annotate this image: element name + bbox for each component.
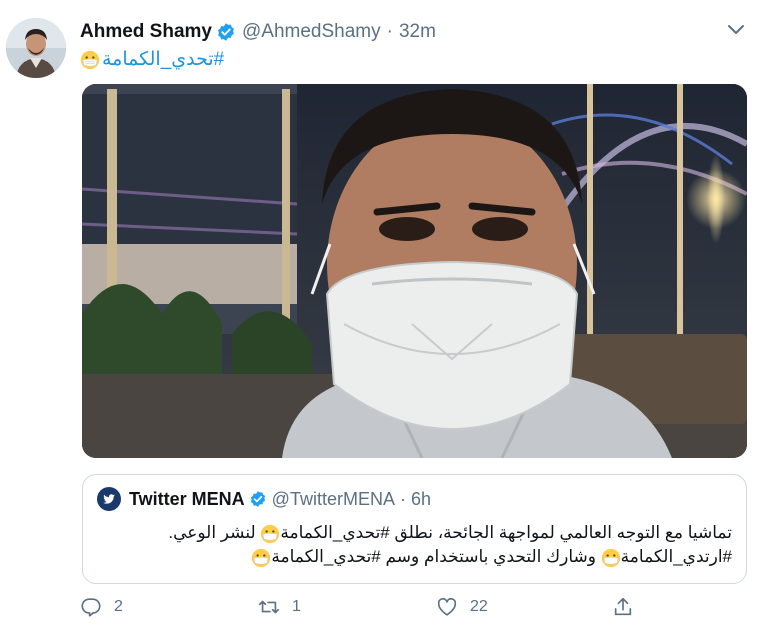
mask-emoji-icon: [252, 548, 271, 567]
quoted-handle[interactable]: @TwitterMENA: [272, 489, 395, 510]
hashtag-link[interactable]: #ارتدي_الكمامة: [621, 547, 732, 566]
quoted-line-2: #ارتدي_الكمامة وشارك التحدي باستخدام وسم…: [112, 545, 732, 569]
retweet-icon: [259, 600, 279, 614]
quoted-tweet-header: Twitter MENA @TwitterMENA · 6h: [97, 487, 431, 511]
hashtag-link[interactable]: #تحدي_الكمامة: [271, 547, 380, 566]
share-button[interactable]: [612, 596, 646, 618]
reply-button[interactable]: 2: [80, 596, 123, 618]
quoted-text: تماشيا مع التوجه العالمي لمواجهة الجائحة…: [389, 523, 732, 542]
quoted-timestamp[interactable]: 6h: [411, 489, 431, 510]
mask-emoji-icon: [80, 50, 100, 69]
tweet-card[interactable]: Ahmed Shamy @AhmedShamy · 32m #تحدي_الكم…: [0, 0, 768, 633]
chevron-down-icon[interactable]: [724, 20, 748, 40]
mask-emoji-icon: [261, 524, 280, 543]
quoted-tweet-text: تماشيا مع التوجه العالمي لمواجهة الجائحة…: [112, 521, 732, 569]
quoted-text: لنشر الوعي.: [168, 523, 261, 542]
quoted-display-name[interactable]: Twitter MENA: [129, 489, 245, 510]
mask-emoji-icon: [601, 548, 620, 567]
quoted-tweet[interactable]: Twitter MENA @TwitterMENA · 6h تماشيا مع…: [82, 474, 747, 584]
quoted-line-1: تماشيا مع التوجه العالمي لمواجهة الجائحة…: [112, 521, 732, 545]
reply-icon: [81, 598, 101, 617]
like-button[interactable]: 22: [436, 596, 488, 618]
verified-badge-icon: [250, 491, 265, 507]
like-icon: [437, 597, 457, 616]
tweet-actions: 2 1 22: [80, 596, 640, 624]
like-count: 22: [470, 598, 488, 615]
verified-badge-icon: [218, 23, 234, 41]
display-name[interactable]: Ahmed Shamy: [80, 21, 212, 43]
tweet-photo[interactable]: [82, 84, 747, 458]
separator-dot: ·: [386, 21, 393, 42]
share-icon: [614, 597, 632, 616]
quoted-text: وشارك التحدي باستخدام وسم: [380, 547, 601, 566]
hashtag-link[interactable]: #تحدي_الكمامة: [102, 48, 224, 71]
retweet-count: 1: [292, 598, 301, 615]
hashtag-link[interactable]: #تحدي_الكمامة: [280, 523, 389, 542]
twitter-bird-icon: [103, 494, 115, 504]
separator-dot: ·: [399, 488, 406, 509]
tweet-text: #تحدي_الكمامة: [80, 48, 224, 71]
retweet-button[interactable]: 1: [258, 596, 301, 618]
tweet-header: Ahmed Shamy @AhmedShamy · 32m: [80, 18, 436, 46]
handle[interactable]: @AhmedShamy: [242, 21, 381, 43]
quoted-avatar: [97, 487, 121, 511]
avatar[interactable]: [6, 18, 66, 78]
reply-count: 2: [114, 598, 123, 615]
timestamp[interactable]: 32m: [399, 21, 436, 43]
